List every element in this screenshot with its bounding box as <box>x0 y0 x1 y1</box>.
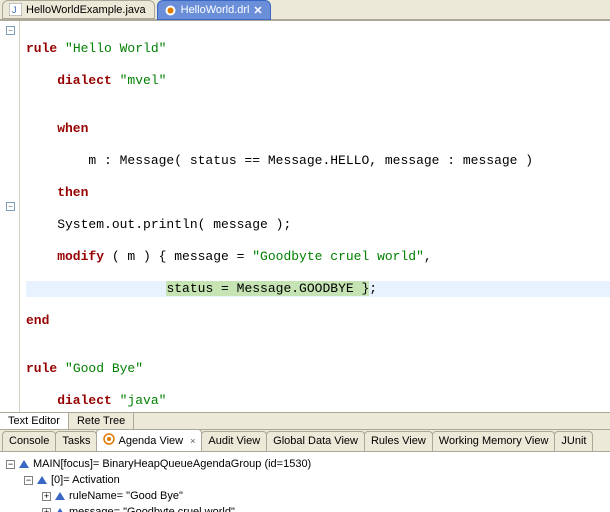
close-view-icon[interactable]: × <box>190 436 195 446</box>
keyword: rule <box>26 41 57 56</box>
collapse-icon[interactable]: − <box>24 476 33 485</box>
view-tab-label: Global Data View <box>273 435 358 447</box>
drools-file-icon <box>164 4 177 17</box>
tree-node[interactable]: + message= "Goodbyte cruel world" <box>6 504 610 512</box>
code-content[interactable]: rule "Hello World" dialect "mvel" when m… <box>20 21 610 412</box>
tree-node-label: MAIN[focus]= BinaryHeapQueueAgendaGroup … <box>33 458 311 470</box>
editor-tab-label: HelloWorldExample.java <box>26 4 146 16</box>
agenda-icon <box>103 433 115 448</box>
view-tab-label: Agenda View <box>118 435 183 447</box>
code-text: , <box>424 249 432 264</box>
variable-icon <box>55 508 65 512</box>
tab-audit-view[interactable]: Audit View <box>201 431 267 451</box>
code-editor[interactable]: − − rule "Hello World" dialect "mvel" wh… <box>0 20 610 412</box>
svg-text:J: J <box>12 5 17 15</box>
tab-tasks[interactable]: Tasks <box>55 431 97 451</box>
tree-node-label: [0]= Activation <box>51 474 120 486</box>
view-tab-label: Audit View <box>208 435 260 447</box>
editor-tab-java[interactable]: J HelloWorldExample.java <box>2 0 155 19</box>
keyword: rule <box>26 361 57 376</box>
fold-toggle-icon[interactable]: − <box>6 26 15 35</box>
tab-rules-view[interactable]: Rules View <box>364 431 433 451</box>
tree-node[interactable]: − [0]= Activation <box>6 472 610 488</box>
tab-agenda-view[interactable]: Agenda View × <box>96 429 202 451</box>
fold-toggle-icon[interactable]: − <box>6 202 15 211</box>
editor-gutter[interactable]: − − <box>0 21 20 412</box>
views-tab-bar: Console Tasks Agenda View × Audit View G… <box>0 430 610 451</box>
code-text: ( m ) { message = <box>104 249 252 264</box>
editor-tab-drl[interactable]: HelloWorld.drl <box>157 0 271 20</box>
code-text: System.out.println( message ); <box>26 217 610 233</box>
keyword: dialect <box>26 73 112 88</box>
editor-bottom-tab-bar: Text Editor Rete Tree <box>0 412 610 430</box>
code-text: m : Message( status == Message.HELLO, me… <box>26 153 610 169</box>
tab-global-data-view[interactable]: Global Data View <box>266 431 365 451</box>
java-file-icon: J <box>9 3 22 16</box>
keyword: end <box>26 313 49 328</box>
tab-working-memory-view[interactable]: Working Memory View <box>432 431 556 451</box>
keyword: dialect <box>26 393 112 408</box>
view-tab-label: JUnit <box>561 435 586 447</box>
keyword: when <box>26 121 88 136</box>
variable-icon <box>55 492 65 500</box>
collapse-icon[interactable]: − <box>6 460 15 469</box>
editor-tab-label: HelloWorld.drl <box>181 4 250 16</box>
string-literal: "java" <box>112 393 167 408</box>
keyword: then <box>26 185 88 200</box>
view-tab-label: Working Memory View <box>439 435 549 447</box>
highlighted-text: status = Message.GOODBYE } <box>166 281 369 296</box>
tree-node[interactable]: − MAIN[focus]= BinaryHeapQueueAgendaGrou… <box>6 456 610 472</box>
view-tab-label: Rules View <box>371 435 426 447</box>
editor-tab-bar: J HelloWorldExample.java HelloWorld.drl <box>0 0 610 20</box>
activation-icon <box>37 476 47 484</box>
view-tab-label: Tasks <box>62 435 90 447</box>
string-literal: "Hello World" <box>57 41 166 56</box>
expand-icon[interactable]: + <box>42 492 51 501</box>
tab-junit[interactable]: JUnit <box>554 431 593 451</box>
expand-icon[interactable]: + <box>42 508 51 512</box>
code-text: ; <box>369 281 377 296</box>
tree-node-label: message= "Goodbyte cruel world" <box>69 506 235 512</box>
keyword: modify <box>26 249 104 264</box>
close-tab-icon[interactable] <box>254 6 262 14</box>
tab-console[interactable]: Console <box>2 431 56 451</box>
tree-node[interactable]: + ruleName= "Good Bye" <box>6 488 610 504</box>
tab-text-editor[interactable]: Text Editor <box>0 413 69 429</box>
code-text <box>26 281 166 296</box>
string-literal: "mvel" <box>112 73 167 88</box>
agenda-group-icon <box>19 460 29 468</box>
string-literal: "Goodbyte cruel world" <box>252 249 424 264</box>
tab-rete-tree[interactable]: Rete Tree <box>69 413 134 429</box>
agenda-view-body[interactable]: − MAIN[focus]= BinaryHeapQueueAgendaGrou… <box>0 451 610 512</box>
string-literal: "Good Bye" <box>57 361 143 376</box>
tree-node-label: ruleName= "Good Bye" <box>69 490 183 502</box>
view-tab-label: Console <box>9 435 49 447</box>
